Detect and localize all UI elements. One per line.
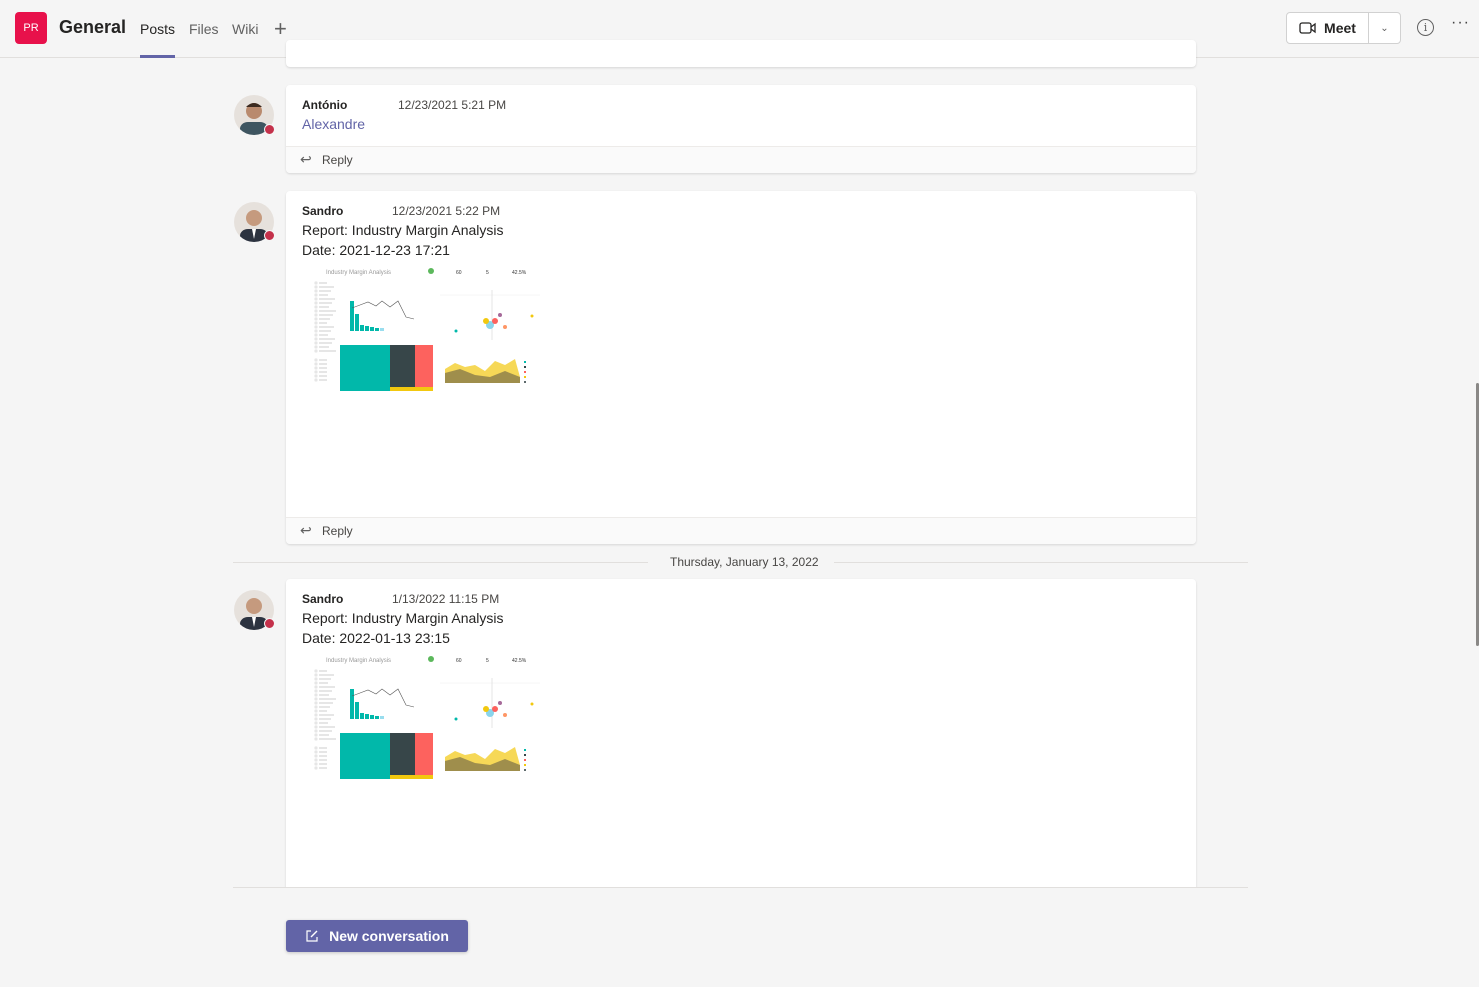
kpi: 42.5% <box>512 658 527 664</box>
mention-link[interactable]: Alexandre <box>302 116 365 132</box>
message-line: Date: 2021-12-23 17:21 <box>302 242 450 258</box>
message-line: Report: Industry Margin Analysis <box>302 222 504 238</box>
channel-title: General <box>59 17 127 37</box>
tab-files[interactable]: Files <box>189 21 219 58</box>
info-icon[interactable]: i <box>1417 19 1434 36</box>
video-camera-icon <box>1299 22 1316 34</box>
kpi: 5 <box>486 658 489 664</box>
report-title: Industry Margin Analysis <box>326 658 391 664</box>
previous-message-card <box>286 40 1196 67</box>
meet-label: Meet <box>1324 20 1356 36</box>
status-busy-dot <box>264 230 275 241</box>
message-line: Report: Industry Margin Analysis <box>302 610 504 626</box>
meet-button-group: Meet ⌄ <box>1286 12 1401 44</box>
message-card: Sandro 1/13/2022 11:15 PM Report: Industr… <box>286 579 1196 899</box>
kpi: 5 <box>486 270 489 276</box>
compose-icon <box>306 930 318 942</box>
meet-button[interactable]: Meet <box>1287 13 1369 43</box>
report-preview-image: Industry Margin Analysis 60 5 42.5% <box>310 265 544 397</box>
reply-icon: ↩ <box>300 151 312 167</box>
more-icon[interactable]: ··· <box>1451 14 1470 32</box>
new-conversation-label: New conversation <box>329 928 449 944</box>
date-divider: Thursday, January 13, 2022 <box>670 555 819 569</box>
reply-button[interactable]: ↩ Reply <box>286 517 1196 544</box>
divider-line <box>233 562 648 563</box>
message-card: Sandro 12/23/2021 5:22 PM Report: Industr… <box>286 191 1196 544</box>
kpi: 60 <box>456 658 462 664</box>
message-author: António <box>302 98 348 112</box>
divider-line <box>834 562 1248 563</box>
status-busy-dot <box>264 124 275 135</box>
chevron-down-icon: ⌄ <box>1380 22 1389 34</box>
add-tab-button[interactable]: + <box>274 16 287 42</box>
kpi: 60 <box>456 270 462 276</box>
tab-wiki[interactable]: Wiki <box>232 21 258 58</box>
meet-dropdown-button[interactable]: ⌄ <box>1369 13 1400 43</box>
reply-icon: ↩ <box>300 522 312 538</box>
message-timestamp: 1/13/2022 11:15 PM <box>392 592 500 606</box>
report-title: Industry Margin Analysis <box>326 270 391 276</box>
message-timestamp: 12/23/2021 5:22 PM <box>392 204 501 218</box>
report-thumbnail[interactable]: Industry Margin Analysis 60 5 42.5% <box>310 653 544 785</box>
report-thumbnail[interactable]: Industry Margin Analysis 60 5 42.5% <box>310 265 544 397</box>
message-author: Sandro <box>302 592 344 606</box>
report-preview-image: Industry Margin Analysis 60 5 42.5% <box>310 653 544 785</box>
reply-button[interactable]: ↩ Reply <box>286 146 1196 173</box>
tab-posts[interactable]: Posts <box>140 21 176 58</box>
message-line: Date: 2022-01-13 23:15 <box>302 630 450 646</box>
compose-area <box>0 887 1479 987</box>
reply-label: Reply <box>322 524 353 538</box>
kpi: 42.5% <box>512 270 527 276</box>
new-conversation-button[interactable]: New conversation <box>286 920 468 952</box>
team-logo: PR <box>15 12 47 44</box>
status-busy-dot <box>264 618 275 629</box>
message-card: António 12/23/2021 5:21 PM Alexandre ↩ Rep… <box>286 85 1196 173</box>
reply-label: Reply <box>322 153 353 167</box>
message-author: Sandro <box>302 204 344 218</box>
message-timestamp: 12/23/2021 5:21 PM <box>398 98 507 112</box>
